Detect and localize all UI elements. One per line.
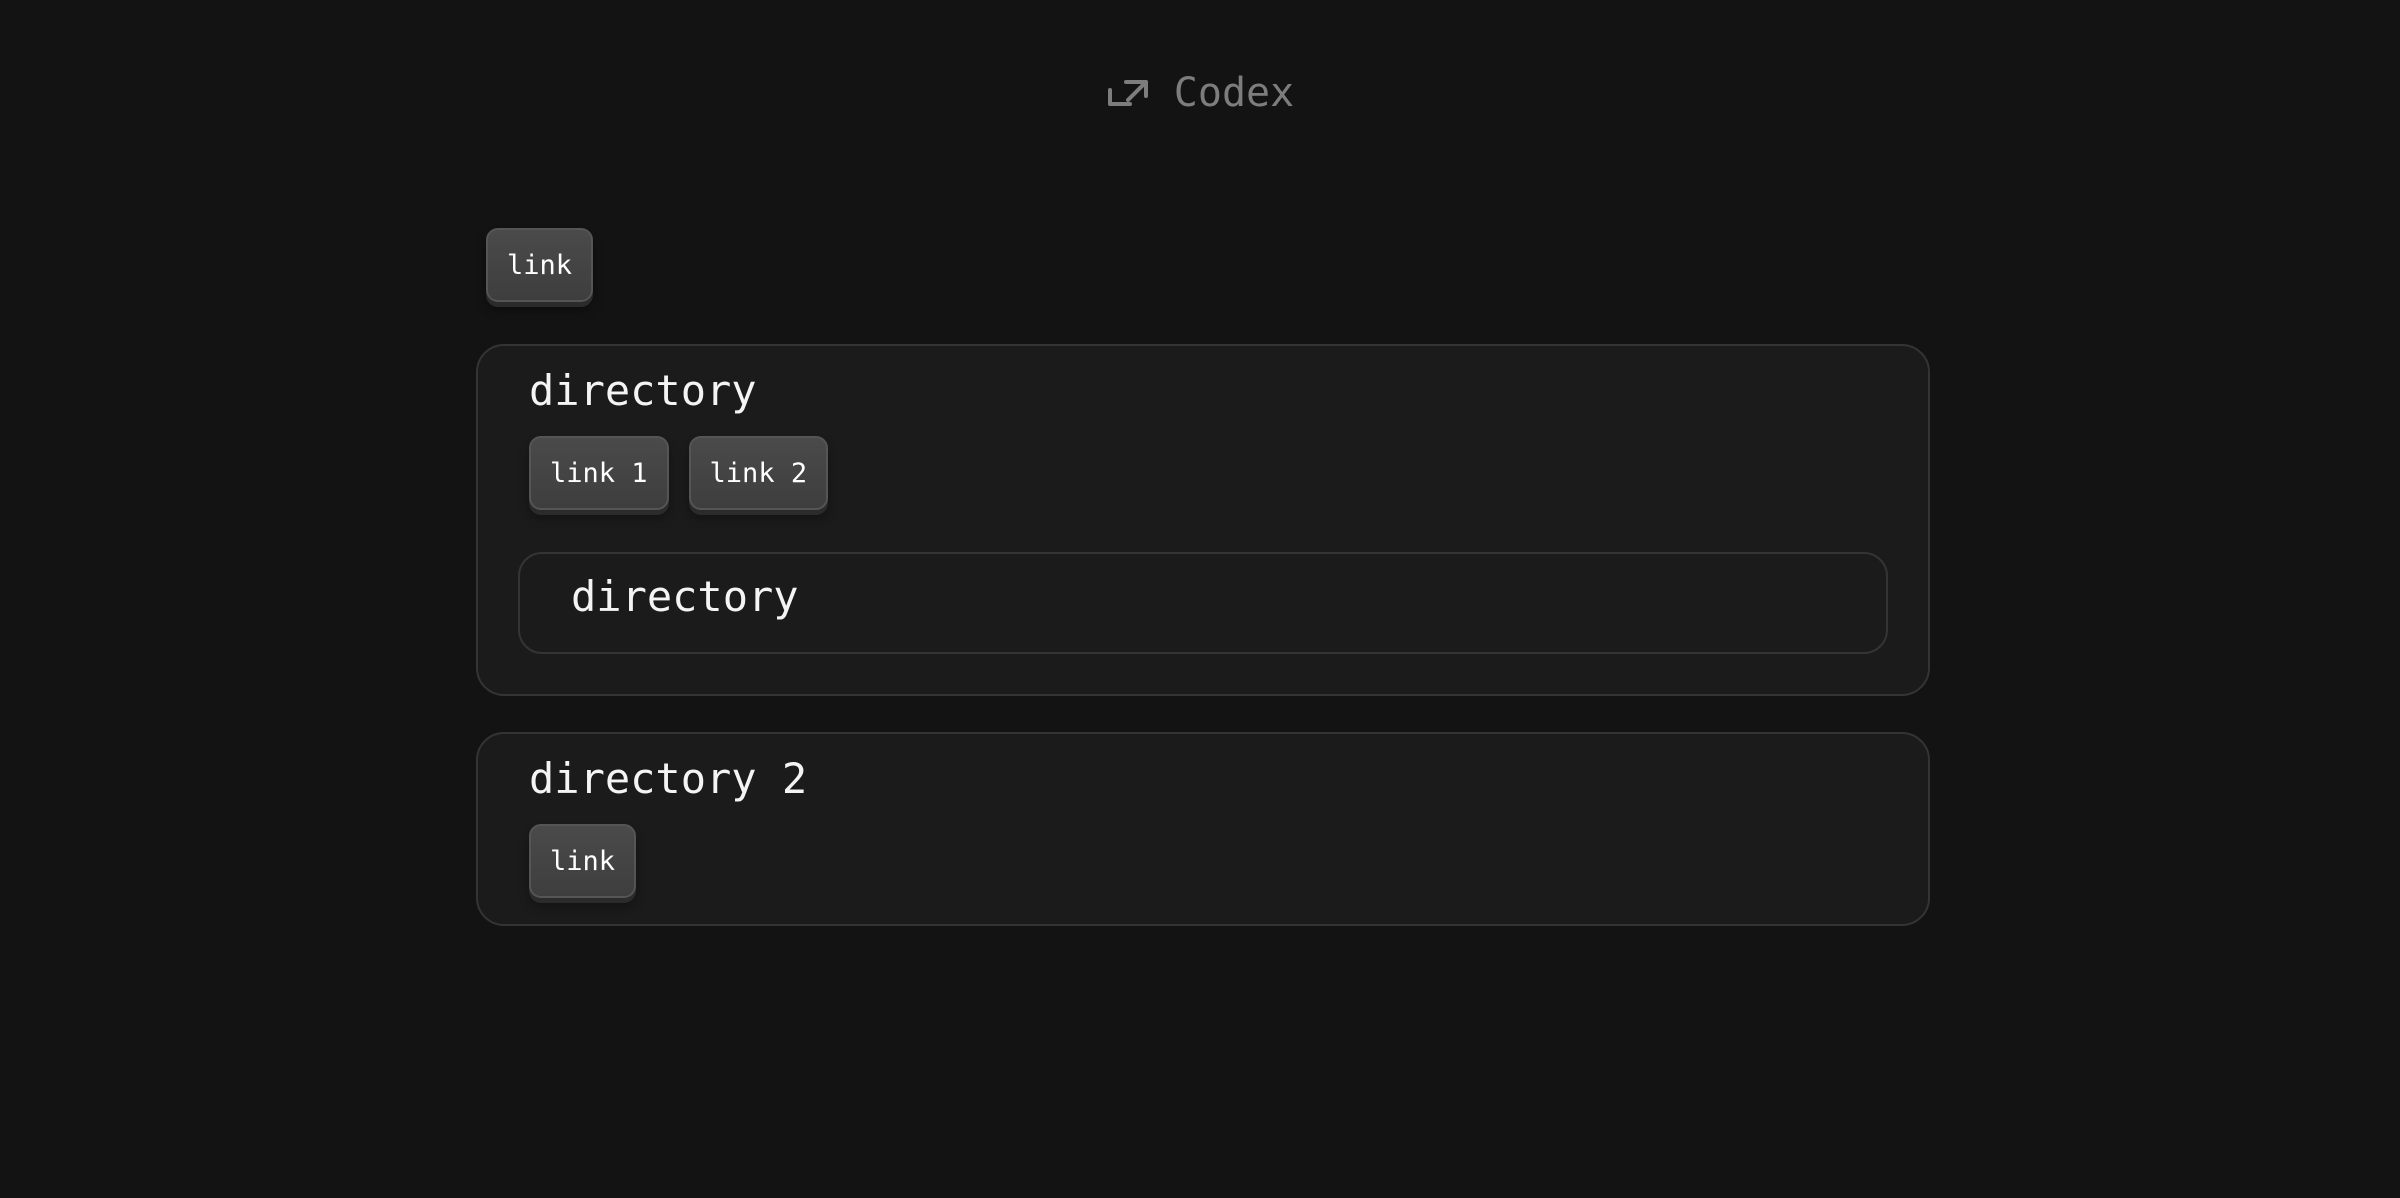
directory-2-title: directory 2 [529, 754, 808, 803]
page: Codex link directory link 1 link 2 direc… [0, 0, 2400, 1198]
nested-directory-card: directory [518, 552, 1888, 654]
link-2-button[interactable]: link 2 [688, 436, 829, 510]
directory-links: link 1 link 2 [529, 436, 1887, 510]
directory-2-card: directory 2 link [476, 732, 1930, 926]
link-1-button[interactable]: link 1 [529, 436, 669, 510]
directory-card: directory link 1 link 2 directory [476, 344, 1930, 696]
top-link-button[interactable]: link [486, 228, 594, 302]
nested-directory-title: directory [571, 572, 799, 621]
directory-2-link-button[interactable]: link [529, 824, 637, 898]
brand-name: Codex [1173, 70, 1295, 116]
directory-title: directory [529, 366, 757, 415]
brand[interactable]: Codex [1106, 70, 1294, 116]
content: link directory link 1 link 2 directory d… [476, 228, 1930, 926]
directory-2-links: link [529, 824, 1887, 898]
header: Codex [0, 70, 2400, 116]
swap-arrows-icon [1106, 76, 1152, 110]
